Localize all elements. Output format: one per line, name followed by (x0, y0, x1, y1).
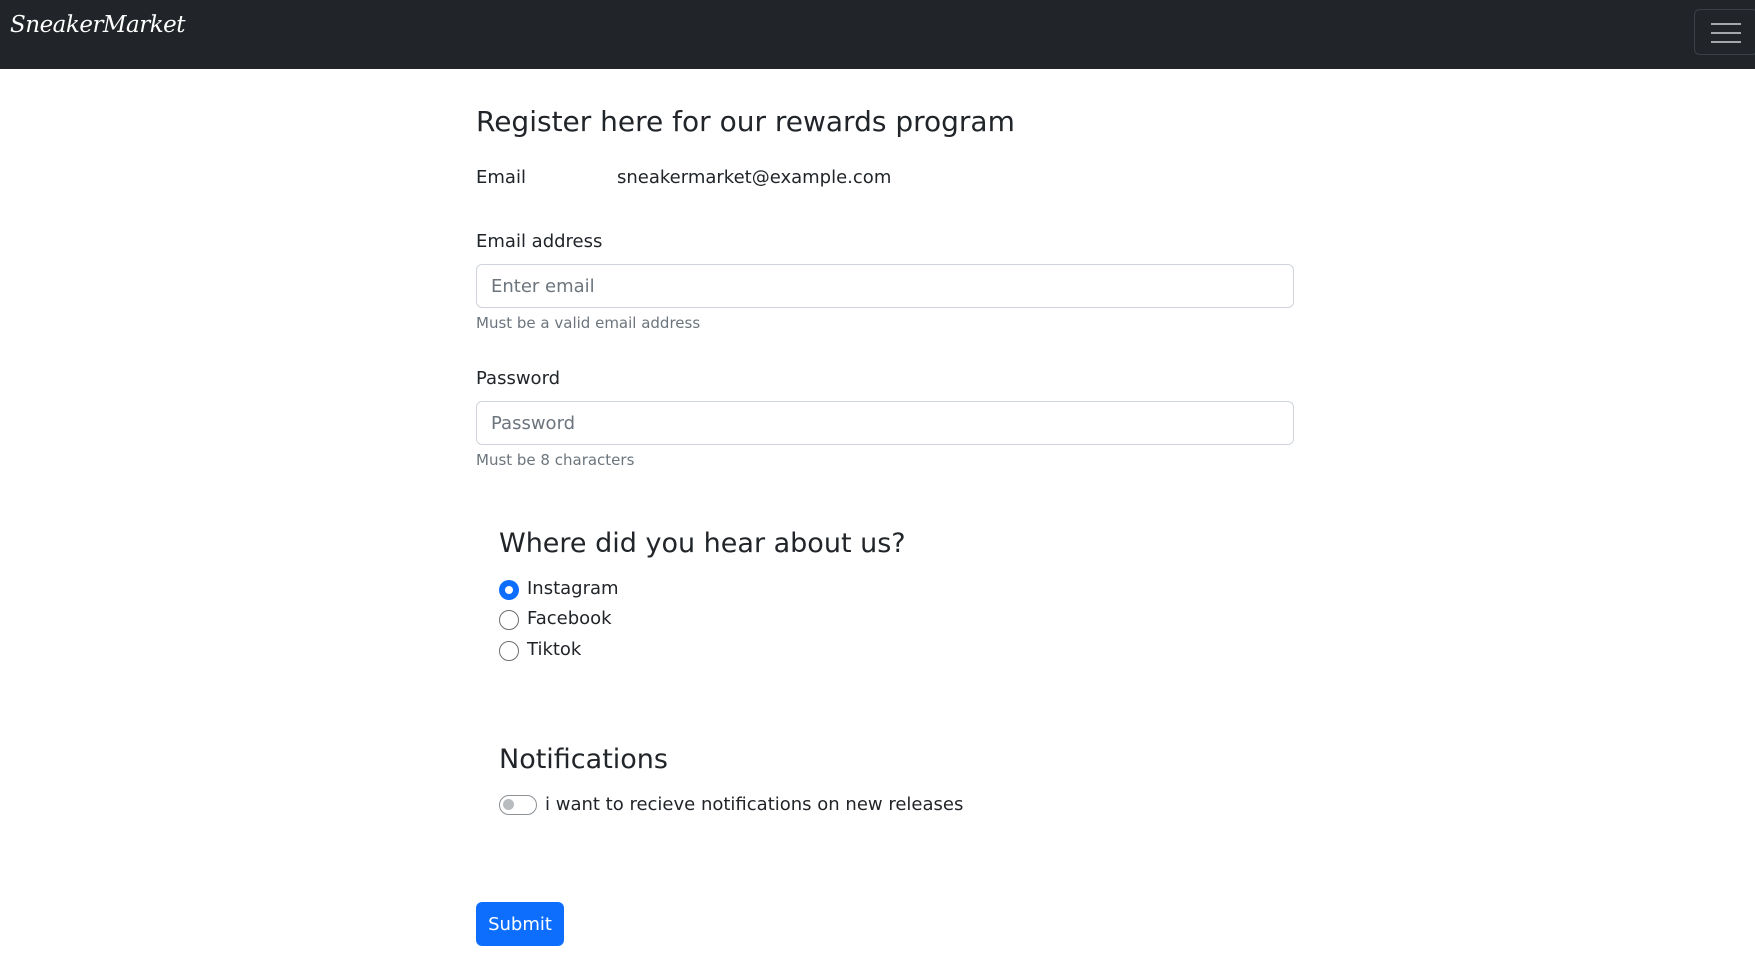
radio-label-instagram[interactable]: Instagram (527, 578, 619, 599)
radio-option-tiktok[interactable]: Tiktok (499, 639, 799, 663)
radio-button-checked[interactable] (499, 580, 519, 600)
email-input[interactable] (476, 264, 1294, 308)
radio-label-tiktok[interactable]: Tiktok (527, 639, 581, 660)
password-help-text: Must be 8 characters (476, 451, 635, 469)
static-email-value: sneakermarket@example.com (617, 167, 892, 188)
notifications-toggle-label[interactable]: i want to recieve notifications on new r… (545, 794, 963, 815)
hamburger-menu-icon (1711, 23, 1741, 25)
brand-logo[interactable]: SneakerMarket (10, 12, 185, 38)
notifications-section-title: Notifications (499, 744, 668, 775)
source-section-title: Where did you hear about us? (499, 528, 906, 559)
static-email-row: Email sneakermarket@example.com (476, 167, 1294, 191)
radio-option-instagram[interactable]: Instagram (499, 578, 799, 602)
menu-toggle-button[interactable] (1694, 9, 1755, 55)
page-title: Register here for our rewards program (476, 105, 1015, 138)
top-navbar: SneakerMarket (0, 0, 1755, 69)
hamburger-menu-icon-bar (1711, 32, 1741, 34)
password-input[interactable] (476, 401, 1294, 445)
radio-label-facebook[interactable]: Facebook (527, 608, 612, 629)
radio-option-facebook[interactable]: Facebook (499, 608, 799, 632)
radio-button[interactable] (499, 641, 519, 661)
toggle-knob-icon (503, 799, 514, 810)
hamburger-menu-icon-bar (1711, 41, 1741, 43)
email-help-text: Must be a valid email address (476, 314, 701, 332)
registration-form: Register here for our rewards program Em… (476, 69, 1294, 968)
notifications-toggle-row[interactable]: i want to recieve notifications on new r… (499, 792, 999, 818)
submit-button[interactable]: Submit (476, 902, 564, 946)
password-label: Password (476, 368, 561, 389)
email-label: Email address (476, 231, 603, 252)
static-email-label: Email (476, 167, 526, 188)
notifications-toggle-switch[interactable] (499, 795, 537, 815)
radio-button[interactable] (499, 610, 519, 630)
